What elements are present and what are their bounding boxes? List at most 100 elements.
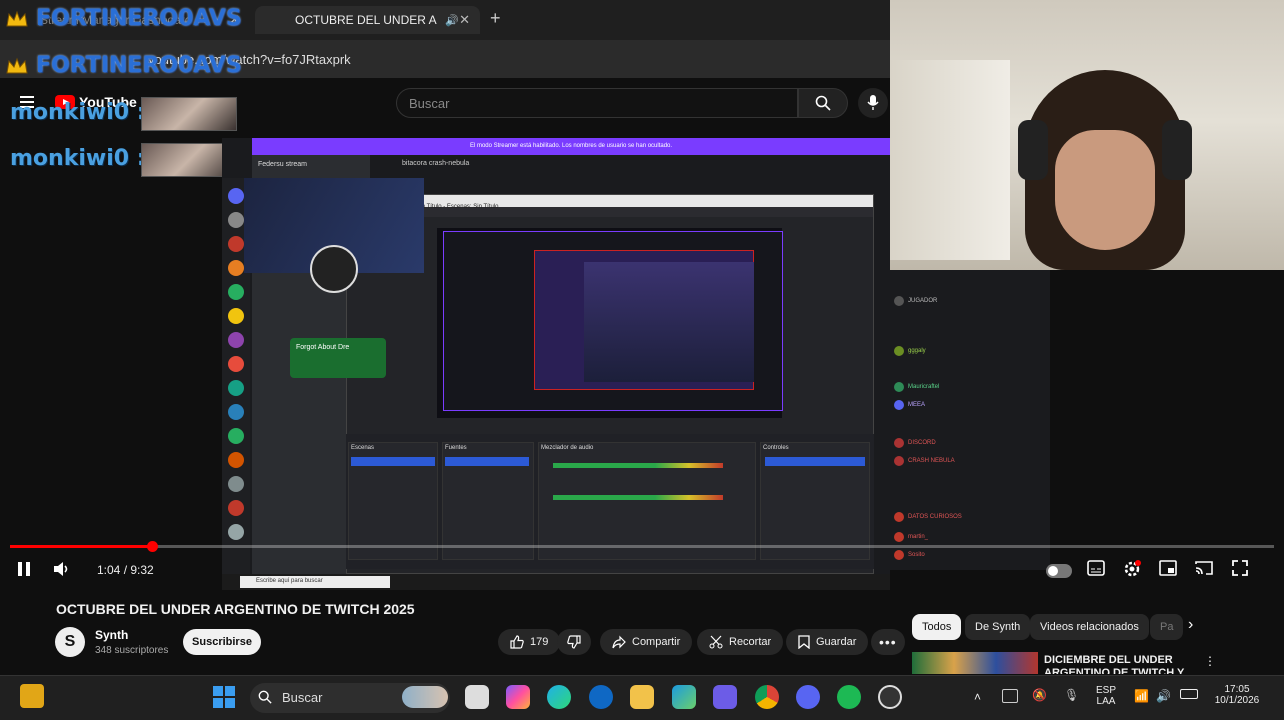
spotify-app-icon[interactable] bbox=[837, 685, 861, 709]
channel-name[interactable]: Synth bbox=[95, 628, 128, 642]
share-label: Compartir bbox=[632, 636, 681, 648]
video-player[interactable]: El modo Streamer está habilitado. Los no… bbox=[222, 138, 890, 590]
chevron-up-icon[interactable]: ˄ bbox=[974, 690, 981, 704]
stop-stream-button bbox=[765, 457, 865, 466]
channel-avatar[interactable]: S bbox=[55, 627, 85, 657]
obs-docks: Escenas Fuentes Mezclador de audio Contr… bbox=[346, 434, 874, 569]
notifications-off-icon[interactable]: 🔕 bbox=[1032, 688, 1047, 702]
video-progress-bar[interactable] bbox=[10, 541, 1274, 552]
subscribe-button[interactable]: Suscribirse bbox=[183, 629, 261, 655]
input-language[interactable]: ESP LAA bbox=[1094, 685, 1118, 707]
current-time: 1:04 bbox=[97, 563, 121, 577]
member-item: Sosito bbox=[894, 550, 925, 560]
related-video-title[interactable]: DICIEMBRE DEL UNDER ARGENTINO DE TWITCH … bbox=[1044, 654, 1194, 674]
crown-icon bbox=[6, 10, 28, 27]
chip-videos-relacionados[interactable]: Videos relacionados bbox=[1030, 614, 1149, 640]
folder-app-icon[interactable] bbox=[630, 685, 654, 709]
server-icon bbox=[228, 404, 244, 420]
chip-partial[interactable]: Pa bbox=[1150, 614, 1184, 640]
embedded-taskbar: Escribe aquí para buscar bbox=[222, 574, 890, 590]
member-item: CRASH NEBULA bbox=[894, 456, 955, 466]
dislike-button[interactable] bbox=[557, 629, 591, 655]
overlay-chat-message: monkiwi0 : bbox=[10, 100, 146, 125]
speaker-icon[interactable]: 🔊 bbox=[1156, 689, 1171, 703]
close-icon[interactable]: ✕ bbox=[459, 12, 470, 28]
store-app-icon[interactable] bbox=[672, 685, 696, 709]
subtitles-icon[interactable] bbox=[1087, 560, 1105, 576]
duration: 9:32 bbox=[130, 563, 154, 577]
autoplay-toggle[interactable] bbox=[1046, 564, 1072, 578]
keyboard-layout: LAA bbox=[1096, 696, 1116, 707]
related-video-thumbnail[interactable] bbox=[912, 652, 1038, 674]
hp-app-icon[interactable] bbox=[589, 685, 613, 709]
kebab-menu-icon[interactable]: ⋮ bbox=[1204, 654, 1216, 668]
like-button[interactable]: 179 bbox=[498, 629, 561, 655]
speaker-icon[interactable]: 🔊 bbox=[445, 14, 459, 27]
server-icon bbox=[228, 332, 244, 348]
edge-app-icon[interactable] bbox=[547, 685, 571, 709]
teams-app-icon[interactable] bbox=[713, 685, 737, 709]
server-icon bbox=[228, 284, 244, 300]
browser-tab-youtube[interactable]: OCTUBRE DEL UNDER ARGENTINO 🔊 ✕ bbox=[255, 6, 480, 34]
volume-icon[interactable] bbox=[52, 560, 70, 578]
member-item: JUGADOR bbox=[894, 296, 937, 306]
chrome-app-icon[interactable] bbox=[755, 685, 779, 709]
save-button[interactable]: Guardar bbox=[786, 629, 869, 655]
chip-de-synth[interactable]: De Synth bbox=[965, 614, 1031, 640]
spotify-track: Forgot About Dre bbox=[296, 344, 350, 351]
chevron-right-icon[interactable]: › bbox=[1188, 616, 1193, 634]
obs-nested-preview bbox=[443, 231, 783, 411]
dock-scenes: Escenas bbox=[348, 442, 438, 560]
copilot-app-icon[interactable] bbox=[506, 685, 530, 709]
scissors-icon bbox=[709, 635, 723, 649]
more-actions-button[interactable]: ••• bbox=[871, 629, 905, 655]
new-tab-button[interactable]: + bbox=[490, 8, 501, 29]
discord-channel-header: bitacora crash-nebula bbox=[402, 160, 470, 167]
webcam-background bbox=[890, 60, 1010, 260]
discord-member-list: JUGADOR gggaly Mauricraftel MEEA DISCORD… bbox=[890, 270, 1050, 570]
dock-title: Controles bbox=[763, 445, 789, 451]
discord-app-icon[interactable] bbox=[796, 685, 820, 709]
fullscreen-icon[interactable] bbox=[1232, 560, 1248, 576]
overlay-name: FORTINERO0AVS bbox=[36, 53, 242, 78]
clip-button[interactable]: Recortar bbox=[697, 629, 784, 655]
settings-gear-icon[interactable] bbox=[1123, 560, 1141, 578]
search-button[interactable] bbox=[798, 88, 848, 118]
obs-app-icon[interactable] bbox=[878, 685, 902, 709]
server-icon bbox=[228, 452, 244, 468]
dock-audio-mixer: Mezclador de audio bbox=[538, 442, 756, 560]
server-icon bbox=[228, 188, 244, 204]
file-explorer-app-icon[interactable] bbox=[465, 685, 489, 709]
more-icon: ••• bbox=[879, 634, 897, 650]
chip-todos[interactable]: Todos bbox=[912, 614, 962, 640]
tray-app-icon[interactable] bbox=[1002, 689, 1018, 703]
dock-title: Mezclador de audio bbox=[541, 445, 594, 451]
wifi-icon[interactable]: 📶 bbox=[1134, 689, 1149, 703]
windows-start-icon[interactable] bbox=[212, 685, 236, 709]
audio-meter bbox=[553, 495, 723, 500]
chat-emote-image bbox=[141, 97, 237, 131]
share-button[interactable]: Compartir bbox=[600, 629, 693, 655]
dock-selected-row bbox=[445, 457, 529, 466]
miniplayer-icon[interactable] bbox=[1159, 560, 1177, 576]
progress-scrubber[interactable] bbox=[147, 541, 158, 552]
thumbs-up-icon bbox=[510, 635, 524, 649]
chat-username: monkiwi0 bbox=[10, 146, 130, 171]
microphone-icon[interactable]: 🎙 bbox=[1064, 688, 1079, 702]
member-item: DATOS CURIOSOS bbox=[894, 512, 962, 522]
share-icon bbox=[612, 635, 626, 649]
voice-search-button[interactable] bbox=[858, 88, 888, 118]
search-input[interactable]: Buscar bbox=[396, 88, 798, 118]
battery-icon[interactable] bbox=[1180, 689, 1198, 699]
cast-icon[interactable] bbox=[1195, 560, 1213, 576]
progress-played bbox=[10, 545, 152, 548]
clock-date: 10/1/2026 bbox=[1214, 695, 1260, 706]
member-item: DISCORD bbox=[894, 438, 936, 448]
clock[interactable]: 17:05 10/1/2026 bbox=[1206, 684, 1268, 706]
nested-capture-inner bbox=[584, 262, 754, 382]
bookmark-icon bbox=[798, 635, 810, 649]
weather-widget-icon[interactable] bbox=[20, 684, 44, 708]
server-icon bbox=[228, 500, 244, 516]
server-icon bbox=[228, 236, 244, 252]
pause-icon[interactable] bbox=[16, 560, 32, 578]
